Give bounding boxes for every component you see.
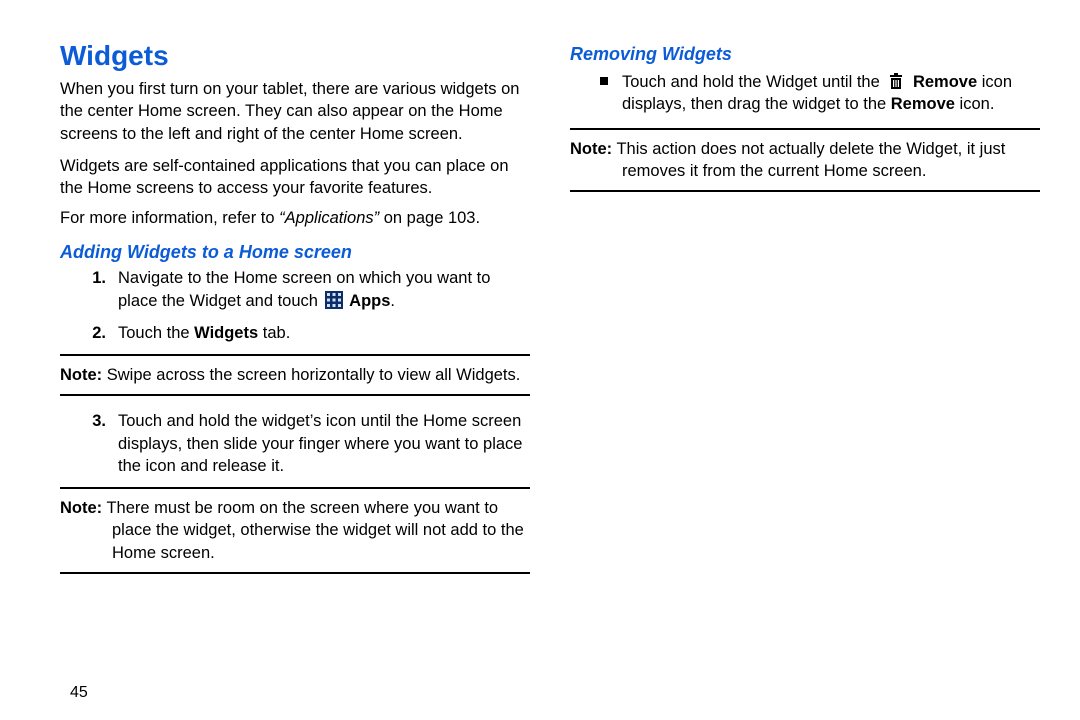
note-label: Note: bbox=[60, 366, 102, 384]
subheading-adding: Adding Widgets to a Home screen bbox=[60, 242, 530, 263]
step2-text-a: Touch the bbox=[118, 324, 194, 342]
trash-icon bbox=[888, 72, 904, 90]
step-text: Navigate to the Home screen on which you… bbox=[118, 267, 530, 312]
bullet-bold-2: Remove bbox=[891, 95, 955, 113]
apps-grid-icon bbox=[325, 291, 343, 309]
step-1: 1. Navigate to the Home screen on which … bbox=[60, 267, 530, 312]
ref-quote: “Applications” bbox=[279, 209, 379, 227]
page-number: 45 bbox=[70, 684, 88, 702]
intro-paragraph-1: When you first turn on your tablet, ther… bbox=[60, 78, 530, 145]
removing-bullet: Touch and hold the Widget until the Remo… bbox=[570, 71, 1040, 116]
steps-list: 1. Navigate to the Home screen on which … bbox=[60, 267, 530, 344]
step-text: Touch and hold the widget’s icon until t… bbox=[118, 410, 530, 477]
step2-bold: Widgets bbox=[194, 324, 258, 342]
steps-list-continued: 3. Touch and hold the widget’s icon unti… bbox=[60, 410, 530, 477]
note-removing: Note: This action does not actually dele… bbox=[570, 128, 1040, 193]
step1-text-c: . bbox=[390, 292, 395, 310]
step1-text-a: Navigate to the Home screen on which you… bbox=[118, 269, 490, 309]
note-label: Note: bbox=[570, 140, 612, 158]
section-title: Widgets bbox=[60, 40, 530, 72]
left-column: Widgets When you first turn on your tabl… bbox=[60, 40, 530, 720]
step1-bold: Apps bbox=[349, 292, 390, 310]
cross-reference: For more information, refer to “Applicat… bbox=[60, 209, 530, 228]
note-label: Note: bbox=[60, 499, 102, 517]
bullet-square-icon bbox=[600, 77, 608, 85]
bullet-text: Touch and hold the Widget until the Remo… bbox=[622, 71, 1040, 116]
bullet-a: Touch and hold the Widget until the bbox=[622, 73, 884, 91]
step-number: 1. bbox=[78, 267, 106, 289]
ref-prefix: For more information, refer to bbox=[60, 209, 279, 227]
step-number: 2. bbox=[78, 322, 106, 344]
step-text: Touch the Widgets tab. bbox=[118, 322, 530, 344]
intro-paragraph-2: Widgets are self-contained applications … bbox=[60, 155, 530, 200]
note-body: This action does not actually delete the… bbox=[612, 140, 1005, 180]
step-2: 2. Touch the Widgets tab. bbox=[60, 322, 530, 344]
bullet-bold-1: Remove bbox=[913, 73, 977, 91]
ref-suffix: on page 103. bbox=[379, 209, 480, 227]
step2-text-c: tab. bbox=[258, 324, 290, 342]
note-body: Swipe across the screen horizontally to … bbox=[102, 366, 520, 384]
step-3: 3. Touch and hold the widget’s icon unti… bbox=[60, 410, 530, 477]
note-1: Note: Swipe across the screen horizontal… bbox=[60, 354, 530, 396]
step-number: 3. bbox=[78, 410, 106, 432]
note-body: There must be room on the screen where y… bbox=[102, 499, 524, 562]
right-column: Removing Widgets Touch and hold the Widg… bbox=[570, 40, 1040, 720]
note-2: Note: There must be room on the screen w… bbox=[60, 487, 530, 574]
subheading-removing: Removing Widgets bbox=[570, 44, 1040, 65]
bullet-end: icon. bbox=[955, 95, 994, 113]
